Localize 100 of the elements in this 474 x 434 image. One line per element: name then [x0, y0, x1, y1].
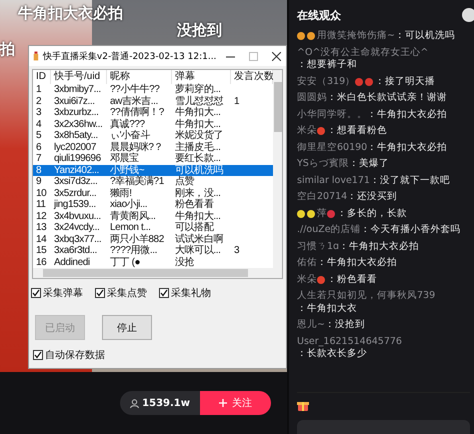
table-cell-text: 要红长款... — [174, 153, 222, 164]
chat-text: ：粉色看看 — [327, 274, 377, 286]
table-cell-text: ??小牛牛?? — [109, 84, 160, 96]
chat-text: ：米白色长款试试亲！谢谢 — [327, 92, 447, 104]
table-cell-text: aw吉米吉... — [109, 96, 159, 106]
table-cell-text: 1 — [35, 84, 42, 96]
table-cell-text: 3x24vcdy... — [53, 222, 100, 234]
table-cell-text: 10 — [35, 188, 48, 199]
table-cell-text: 大咪可以... — [174, 245, 222, 256]
checkbox-label: 采集点赞 — [107, 286, 147, 300]
table-cell-text: 3x8h5aty... — [53, 130, 99, 142]
window-title: 快手直播采集v2-普通-2023-02-13 12:1... — [42, 50, 216, 62]
checkbox[interactable] — [33, 350, 43, 360]
panel-title: 在线观众 — [297, 8, 341, 22]
chat-text: ：想要裤子和 — [297, 59, 357, 72]
chat-text: ：牛角扣大衣必拍 — [367, 142, 448, 154]
column-header[interactable]: ID — [33, 70, 51, 84]
user-name: ^O^没有公主命就存女王心^ — [297, 46, 428, 59]
column-header[interactable]: 快手号/uid — [51, 70, 107, 84]
table-row[interactable]: 3 3xbzurbz... ??倩倩啊！? 牛角扣大... — [33, 107, 273, 118]
table-cell-text: 3 — [233, 245, 240, 256]
column-header[interactable]: 弹幕 — [172, 70, 231, 84]
user-name: .//ouZe的店铺 — [297, 224, 361, 236]
follow-button[interactable]: 关注 — [200, 391, 271, 415]
table-cell-text: 2 — [35, 96, 42, 107]
user-name: User_1621514645776 — [297, 336, 402, 348]
table-cell-text: 獭雨! — [109, 188, 133, 198]
table-cell-text: Addinedi — [53, 256, 91, 268]
chat-text: ：接了明天播 — [375, 76, 436, 88]
vertical-scrollbar[interactable] — [273, 70, 282, 268]
table-cell-text: 3x5zrdur... — [53, 188, 98, 199]
table-cell-text: 14 — [35, 234, 48, 245]
table-row[interactable]: 14 3xbq3x77... 两只小羊882 试试米白啊 — [33, 234, 273, 245]
table-cell-text: 3xa6r3td... — [53, 245, 98, 256]
stop-button[interactable]: 停止 — [102, 315, 152, 340]
chat-text: ：牛角扣大衣必拍 — [317, 257, 397, 270]
table-cell-text: 主播皮毛... — [174, 142, 222, 152]
table-row[interactable]: 15 3xa6r3td... ????用微... 大咪可以... 3 — [33, 245, 273, 256]
table-cell-text: 两只小羊882 — [109, 234, 165, 245]
user-name: 安安（319） — [297, 76, 356, 88]
horizontal-scrollbar[interactable] — [33, 268, 282, 278]
table-row[interactable]: 8 Yanzi402... 小野钱~ 可以机洗吗 — [33, 164, 273, 176]
user-name: 萍 — [317, 208, 327, 220]
user-name: 佑佑 — [297, 257, 317, 270]
table-row[interactable]: 7 qiuli199696 邓晨宝 要红长款... — [33, 153, 273, 164]
table-cell-text: 试试米白啊 — [174, 234, 224, 244]
user-name: 人生若只如初见，何事秋风739 — [297, 290, 436, 302]
table-cell-text: 8 — [35, 164, 42, 176]
user-name: 米朵 — [297, 274, 317, 286]
table-cell-text: 刚来，没... — [174, 188, 222, 198]
chat-text: ：牛角扣大衣必拍 — [367, 108, 447, 121]
maximize-icon — [248, 52, 258, 60]
table-cell-text: 3xbmiby7... — [53, 84, 102, 96]
table-cell-text: 11 — [35, 199, 47, 210]
chat-text: ：牛角扣大衣必拍 — [339, 240, 420, 253]
column-header[interactable]: 昵称 — [107, 70, 172, 84]
table-cell-text: ?幸福美满?1 — [109, 176, 165, 188]
table-cell-text: Lemon t... — [109, 222, 152, 234]
gift-icon[interactable] — [297, 399, 309, 411]
user-name: similar love171 — [297, 174, 370, 187]
table-row[interactable]: 11 jing1539... xiao小ji... 粉色看看 — [33, 199, 273, 210]
user-name: YSらづ賓限 — [297, 158, 349, 170]
user-name: 恩儿~ — [297, 319, 325, 332]
chat-text: ：没了就下一款吧 — [370, 174, 450, 187]
plus-icon — [219, 399, 227, 407]
user-name: 圆圆妈 — [297, 92, 327, 104]
table-row[interactable]: 2 3xui6i7z... aw吉米吉... 雪儿怼怼怼 1 — [33, 96, 273, 107]
chat-text: ：多长的，长款 — [337, 208, 407, 220]
checkbox[interactable] — [159, 288, 169, 298]
user-name: 米朵 — [297, 125, 317, 138]
overlay-comment: 没抢到 — [177, 21, 222, 40]
table-cell-text: 5 — [35, 130, 42, 142]
table-cell-text: 9 — [35, 176, 42, 188]
table-cell-text: qiuli199696 — [53, 153, 102, 164]
table-row[interactable]: 9 3xsi7d3z... ?幸福美满?1 点赞 — [33, 176, 273, 188]
close-icon — [272, 52, 281, 60]
table-row[interactable]: 13 3x24vcdy... Lemon t... 可以搭配 — [33, 222, 273, 234]
table-cell-text: 点赞 — [174, 176, 196, 188]
table-row[interactable]: 5 3x8h5aty... ぃ'小奋斗 米妮没货了 — [33, 130, 273, 142]
table-cell-text: 3xui6i7z... — [53, 96, 96, 107]
table-row[interactable]: 16 Addinedi 丁丁 (● 没抢 — [33, 256, 273, 268]
table-cell-text: 青黄阁风... — [109, 210, 157, 222]
table-cell-text: 16 — [35, 256, 48, 268]
table-cell-text: 4 — [35, 118, 42, 130]
user-name: 小华同学呀。。 — [297, 108, 367, 121]
checkbox[interactable] — [31, 288, 41, 298]
checkbox[interactable] — [95, 288, 105, 298]
table-row[interactable]: 12 3x4bvuxu... 青黄阁风... 牛角扣大... — [33, 210, 273, 222]
avatar-icon[interactable] — [462, 8, 474, 22]
person-icon — [130, 398, 140, 408]
chat-text: ：还没买到 — [347, 191, 398, 204]
chat-text: ：长款衣长多少 — [297, 348, 367, 360]
table-cell-text: 7 — [35, 153, 42, 164]
table-cell-text: 3xbzurbz... — [53, 107, 100, 118]
table-cell-text: 3xbq3x77... — [53, 234, 102, 245]
table-row[interactable]: 10 3x5zrdur... 獭雨! 刚来，没... — [33, 188, 273, 199]
user-name: 御里星空60190 — [297, 142, 368, 154]
table-row[interactable]: 1 3xbmiby7... ??小牛牛?? 萝莉穿的... — [33, 84, 273, 96]
table-row[interactable]: 6 lyc202007 晨晨妈咪?？ 主播皮毛... — [33, 142, 273, 153]
table-row[interactable]: 4 3x2x36hw... 真诚??? 牛角扣大... — [33, 118, 273, 130]
